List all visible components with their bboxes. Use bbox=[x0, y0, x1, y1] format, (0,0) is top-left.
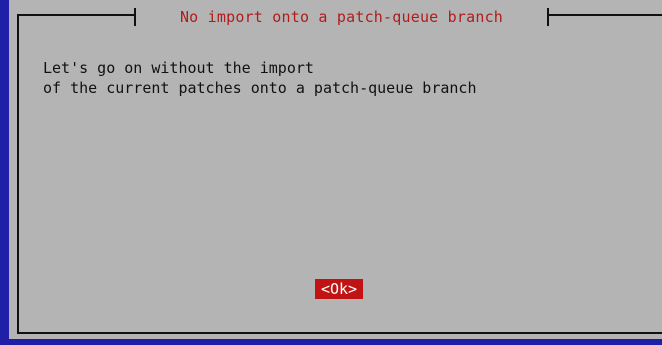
ok-button[interactable]: <Ok> bbox=[315, 279, 363, 299]
dialog-top-border-right bbox=[549, 14, 662, 16]
message-line-1: Let's go on without the import bbox=[43, 59, 314, 77]
title-right-tick bbox=[546, 8, 549, 26]
message-line-2: of the current patches onto a patch-queu… bbox=[43, 79, 477, 97]
dialog-message: Let's go on without the import of the cu… bbox=[43, 58, 476, 98]
dialog-title-bar: No import onto a patch-queue branch bbox=[134, 6, 549, 28]
dialog-box: No import onto a patch-queue branch Let'… bbox=[9, 0, 662, 339]
dialog-top-border-left bbox=[17, 14, 134, 16]
dialog-title: No import onto a patch-queue branch bbox=[179, 8, 504, 26]
title-left-tick bbox=[134, 8, 136, 26]
